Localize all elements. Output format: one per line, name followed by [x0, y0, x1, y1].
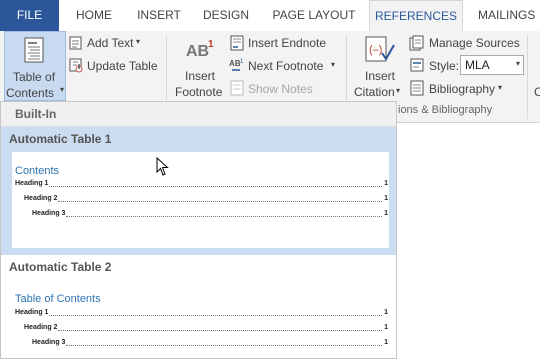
toc-entry-page: 1	[384, 180, 388, 187]
next-footnote-icon: AB 1	[229, 59, 244, 71]
toc-preview-entry: Heading 3 1	[32, 210, 388, 220]
tab-references[interactable]: REFERENCES	[369, 0, 463, 31]
insert-citation-dropdown-icon: ▾	[396, 86, 401, 95]
add-text-dropdown-icon: ▾	[136, 37, 141, 46]
style-select-value: MLA	[465, 58, 490, 72]
footnote-icon-superscript: 1	[208, 39, 214, 50]
toc-entry-leader	[66, 345, 382, 346]
bibliography-icon	[410, 80, 424, 96]
toc-entry-label: Heading 3	[32, 339, 66, 346]
ribbon-tab-bar: FILE HOME INSERT DESIGN PAGE LAYOUT REFE…	[0, 0, 540, 32]
style-label: Style:	[429, 59, 460, 73]
svg-text:AB: AB	[229, 59, 241, 68]
bibliography-dropdown-icon: ▾	[498, 83, 503, 92]
next-group-partial-label: C	[534, 85, 540, 99]
toc-entry-leader	[58, 330, 382, 331]
toc-entry-label: Heading 2	[24, 324, 58, 331]
show-notes-button[interactable]: Show Notes	[248, 82, 313, 96]
toc-entry-page: 1	[384, 195, 388, 202]
gallery-item-title: Automatic Table 2	[9, 260, 112, 274]
toc-entry-leader	[58, 201, 382, 202]
footnote-icon: AB 1	[186, 39, 226, 63]
manage-sources-icon	[409, 35, 424, 51]
insert-citation-label-line1[interactable]: Insert	[365, 69, 395, 83]
style-icon	[410, 58, 424, 72]
add-text-icon	[69, 36, 82, 50]
tab-page-layout[interactable]: PAGE LAYOUT	[262, 0, 366, 31]
toc-entry-label: Heading 1	[15, 309, 49, 316]
toc-entry-label: Heading 2	[24, 195, 58, 202]
footnote-icon-text: AB	[186, 43, 210, 60]
section-header-label: Built-In	[15, 107, 57, 121]
chevron-down-icon: ▾	[515, 59, 520, 68]
tab-file[interactable]: FILE	[0, 0, 59, 31]
mouse-cursor-icon	[156, 157, 169, 176]
tab-home[interactable]: HOME	[62, 0, 126, 31]
toc-preview-entry: Heading 1 1	[15, 309, 388, 319]
add-text-button[interactable]: Add Text	[87, 36, 133, 50]
update-table-icon	[69, 58, 83, 73]
insert-footnote-label-line2[interactable]: Footnote	[175, 85, 222, 99]
table-of-contents-icon	[24, 37, 44, 63]
toc-entry-label: Heading 3	[32, 210, 66, 217]
toc-label-line2: Contents	[6, 86, 55, 100]
next-footnote-button[interactable]: Next Footnote	[248, 59, 323, 73]
insert-citation-label-line2[interactable]: Citation	[354, 85, 395, 99]
table-of-contents-button[interactable]: Table of Contents ▾	[4, 31, 66, 101]
toc-entry-page: 1	[384, 339, 388, 346]
toc-preview-entry: Heading 3 1	[32, 339, 388, 349]
toc-preview-heading: Contents	[15, 165, 60, 177]
gallery-item-preview: Table of Contents Heading 1 1 Heading 2 …	[12, 280, 389, 358]
gallery-item-automatic-table-2[interactable]: Automatic Table 2 Table of Contents Head…	[1, 255, 396, 358]
toc-entry-page: 1	[384, 324, 388, 331]
tab-design[interactable]: DESIGN	[193, 0, 259, 31]
insert-endnote-icon	[230, 35, 244, 51]
show-notes-icon	[230, 80, 244, 96]
gallery-item-preview: Contents Heading 1 1 Heading 2 1 Heading…	[12, 152, 389, 248]
table-of-contents-gallery: Built-In Automatic Table 1 Contents Head…	[0, 101, 397, 359]
bibliography-button[interactable]: Bibliography	[429, 82, 495, 96]
insert-footnote-label-line1[interactable]: Insert	[185, 69, 215, 83]
toc-entry-leader	[66, 216, 382, 217]
toc-preview-entry: Heading 2 1	[24, 324, 388, 334]
next-footnote-dropdown-icon: ▾	[331, 60, 336, 69]
toc-entry-page: 1	[384, 210, 388, 217]
manage-sources-button[interactable]: Manage Sources	[429, 36, 520, 50]
gallery-item-title: Automatic Table 1	[9, 132, 112, 146]
tab-mailings[interactable]: MAILINGS	[468, 0, 540, 31]
group-label-citations-bibliography: ions & Bibliography	[398, 104, 493, 116]
svg-text:1: 1	[240, 59, 244, 65]
style-select[interactable]: MLA ▾	[460, 55, 524, 75]
tab-insert[interactable]: INSERT	[128, 0, 190, 31]
toc-preview-entry: Heading 1 1	[15, 180, 388, 190]
insert-endnote-button[interactable]: Insert Endnote	[248, 36, 326, 50]
toc-entry-page: 1	[384, 309, 388, 316]
gallery-item-automatic-table-1[interactable]: Automatic Table 1 Contents Heading 1 1 H…	[1, 127, 396, 255]
insert-citation-icon: (–)	[365, 36, 395, 62]
svg-text:(–): (–)	[369, 44, 382, 56]
toc-dropdown-arrow-icon: ▾	[60, 85, 65, 94]
toc-entry-leader	[49, 186, 382, 187]
toc-preview-entry: Heading 2 1	[24, 195, 388, 205]
toc-entry-leader	[49, 315, 382, 316]
update-table-button[interactable]: Update Table	[87, 59, 158, 73]
toc-entry-label: Heading 1	[15, 180, 49, 187]
group-separator	[527, 35, 528, 119]
toc-label-line1: Table of	[13, 70, 56, 84]
toc-preview-heading: Table of Contents	[15, 293, 101, 305]
gallery-section-header: Built-In	[1, 102, 396, 127]
